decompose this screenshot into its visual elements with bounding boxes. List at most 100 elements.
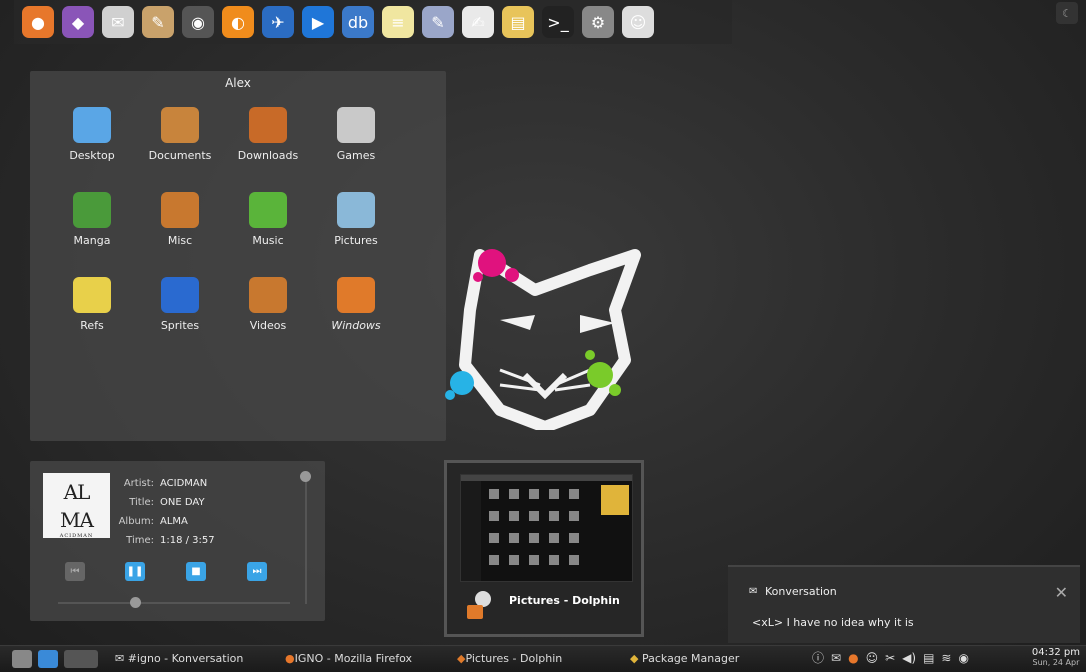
- moon-icon[interactable]: ☾: [1056, 2, 1078, 24]
- konversation-icon: ✉: [749, 586, 758, 597]
- mouse-icon[interactable]: ◉: [182, 6, 214, 38]
- pause-button[interactable]: ❚❚: [125, 562, 145, 581]
- stop-button[interactable]: ■: [186, 562, 206, 581]
- task-konversation-label: #igno - Konversation: [127, 652, 244, 665]
- close-icon[interactable]: ✕: [1055, 583, 1068, 602]
- folder-item-label: Misc: [167, 234, 193, 247]
- folder-item-misc[interactable]: Misc: [136, 192, 224, 277]
- pager-icon[interactable]: [64, 650, 98, 668]
- taskbar: ✉ #igno - Konversation ●IGNO - Mozilla F…: [0, 645, 1086, 672]
- folder-item-pictures[interactable]: Pictures: [312, 192, 400, 277]
- stop-icon: ■: [191, 566, 201, 577]
- task-package-label: Package Manager: [641, 652, 740, 665]
- folder-item-refs[interactable]: Refs: [48, 277, 136, 362]
- folder-item-manga[interactable]: Manga: [48, 192, 136, 277]
- cover-line-1: AL: [63, 480, 91, 504]
- skip-back-icon: ⏮: [70, 566, 80, 577]
- folder-item-label: Downloads: [237, 149, 299, 162]
- desktop-folder-icon: [73, 107, 111, 143]
- konversation-tray-icon[interactable]: ✉: [831, 651, 841, 665]
- clipboard-icon[interactable]: ▤: [923, 651, 934, 665]
- cat-tray-icon[interactable]: ☺: [866, 651, 879, 665]
- folder-item-label: Videos: [249, 319, 287, 332]
- folder-item-games[interactable]: Games: [312, 107, 400, 192]
- games-folder-icon: [337, 107, 375, 143]
- settings-icon[interactable]: ⚙: [582, 6, 614, 38]
- clock-date: Sun, 24 Apr: [1032, 658, 1080, 667]
- pidgin-icon[interactable]: ◆: [62, 6, 94, 38]
- windows-folder-icon: [337, 277, 375, 313]
- time-label: Time:: [126, 535, 154, 546]
- documents-folder-icon: [161, 107, 199, 143]
- seek-handle[interactable]: [129, 597, 141, 608]
- wifi-icon[interactable]: ≋: [941, 651, 951, 665]
- orange-icon[interactable]: ◐: [222, 6, 254, 38]
- title-value: ONE DAY: [160, 497, 205, 508]
- writer-icon[interactable]: ✍: [462, 6, 494, 38]
- folder-item-sprites[interactable]: Sprites: [136, 277, 224, 362]
- task-konversation[interactable]: ✉ #igno - Konversation: [115, 652, 243, 665]
- konversation-icon[interactable]: ✉: [102, 6, 134, 38]
- volume-handle[interactable]: [300, 471, 311, 482]
- power-icon[interactable]: ◉: [958, 651, 968, 665]
- folder-item-label: Refs: [80, 319, 104, 332]
- refs-folder-icon: [73, 277, 111, 313]
- downloads-folder-icon: [249, 107, 287, 143]
- album-value: ALMA: [160, 516, 188, 527]
- folder-item-downloads[interactable]: Downloads: [224, 107, 312, 192]
- paint-icon[interactable]: ✎: [142, 6, 174, 38]
- system-tray: ⓘ ✉ ● ☺ ✂ ◀) ▤ ≋ ◉: [812, 649, 969, 666]
- task-firefox[interactable]: ●IGNO - Mozilla Firefox: [285, 652, 412, 665]
- time-value: 1:18 / 3:57: [160, 535, 215, 546]
- folder-item-label: Windows: [331, 319, 381, 332]
- database-icon[interactable]: db: [342, 6, 374, 38]
- editor-icon[interactable]: ✎: [422, 6, 454, 38]
- folder-item-label: Games: [336, 149, 376, 162]
- folder-item-label: Manga: [73, 234, 111, 247]
- launcher-menu-icon[interactable]: [12, 650, 32, 668]
- cat-icon[interactable]: ☺: [622, 6, 654, 38]
- artist-value: ACIDMAN: [160, 478, 208, 489]
- track-meta: Artist: ACIDMAN Title: ONE DAY Album: ALMA …: [114, 474, 215, 550]
- music-folder-icon: [249, 192, 287, 228]
- terminal-icon[interactable]: >_: [542, 6, 574, 38]
- media-player-icon[interactable]: ▶: [302, 6, 334, 38]
- firefox-tray-icon[interactable]: ●: [848, 651, 858, 665]
- pardus-mascot-logo: [445, 249, 641, 430]
- folder-item-desktop[interactable]: Desktop: [48, 107, 136, 192]
- firefox-icon: ●: [285, 652, 295, 665]
- clock[interactable]: 04:32 pm Sun, 24 Apr: [1032, 647, 1080, 668]
- cover-line-3: ACIDMAN: [59, 533, 94, 539]
- folder-item-label: Sprites: [160, 319, 200, 332]
- notification-popup: ✉ Konversation ✕ <xL> I have no idea why…: [728, 565, 1080, 643]
- firefox-icon[interactable]: ●: [22, 6, 54, 38]
- volume-icon[interactable]: ◀): [902, 651, 916, 665]
- task-preview-tooltip[interactable]: Pictures - Dolphin: [444, 460, 644, 637]
- show-desktop-icon[interactable]: [38, 650, 58, 668]
- archive-icon[interactable]: ▤: [502, 6, 534, 38]
- title-label: Title:: [129, 497, 154, 508]
- folder-item-music[interactable]: Music: [224, 192, 312, 277]
- info-icon[interactable]: ⓘ: [812, 649, 824, 666]
- folder-item-windows[interactable]: Windows: [312, 277, 400, 362]
- artist-label: Artist:: [123, 478, 154, 489]
- previous-button[interactable]: ⏮: [65, 562, 85, 581]
- album-cover: AL MA ACIDMAN: [43, 473, 110, 539]
- folder-item-label: Documents: [148, 149, 212, 162]
- seek-slider[interactable]: [58, 597, 290, 608]
- notes-icon[interactable]: ≡: [382, 6, 414, 38]
- folder-item-videos[interactable]: Videos: [224, 277, 312, 362]
- launcher-icon[interactable]: ✈: [262, 6, 294, 38]
- folder-item-documents[interactable]: Documents: [136, 107, 224, 192]
- task-package-manager[interactable]: ◆ Package Manager: [630, 652, 739, 665]
- preview-label: Pictures - Dolphin: [509, 594, 620, 607]
- dolphin-pictures-icon: [467, 591, 491, 619]
- next-button[interactable]: ⏭: [247, 562, 267, 581]
- folder-title: Alex: [225, 76, 251, 90]
- music-player-widget: AL MA ACIDMAN Artist: ACIDMAN Title: ONE D…: [30, 461, 325, 621]
- task-dolphin-label: Pictures - Dolphin: [465, 652, 563, 665]
- volume-slider[interactable]: [300, 471, 311, 604]
- task-dolphin[interactable]: ◆Pictures - Dolphin: [457, 652, 562, 665]
- scissors-icon[interactable]: ✂: [885, 651, 895, 665]
- folder-item-label: Desktop: [69, 149, 115, 162]
